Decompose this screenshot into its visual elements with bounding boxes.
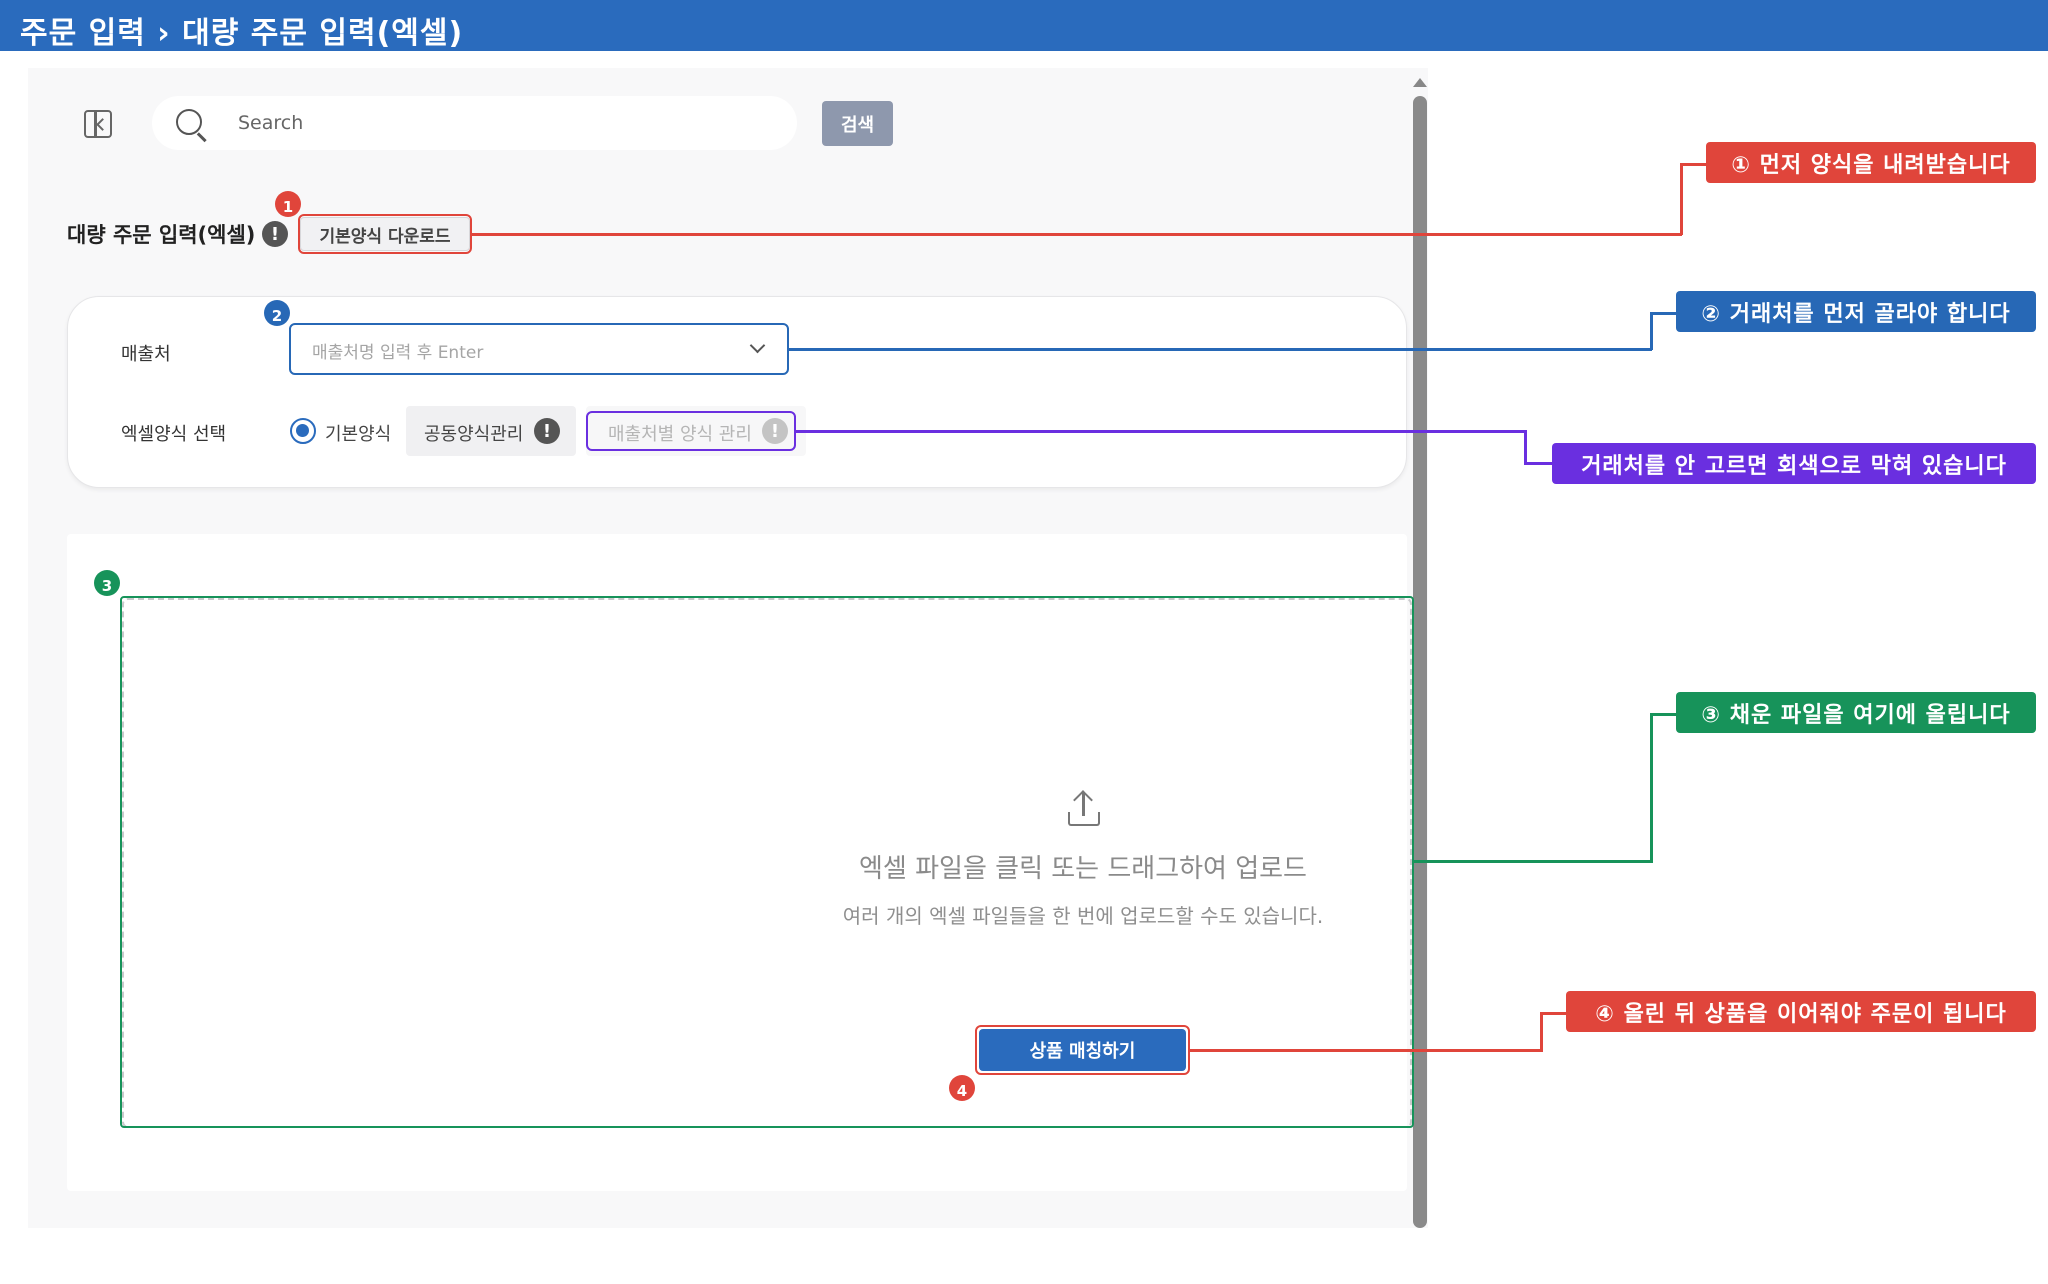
callout-gray: 거래처를 안 고르면 회색으로 막혀 있습니다 <box>1552 443 2036 484</box>
callout-4: ④ 올린 뒤 상품을 이어줘야 주문이 됩니다 <box>1566 991 2036 1032</box>
page-title: 대량 주문 입력(엑셀) <box>67 223 256 247</box>
leader-line-1 <box>1680 163 1706 166</box>
leader-line-4 <box>1190 1049 1542 1052</box>
search-icon <box>176 109 202 135</box>
highlight-vendor-select <box>289 323 789 375</box>
search-input[interactable]: Search <box>152 96 797 150</box>
info-icon: ! <box>534 418 560 444</box>
leader-line-3 <box>1650 713 1653 863</box>
callout-3: ③ 채운 파일을 여기에 올립니다 <box>1676 692 2036 733</box>
callout-2: ② 거래처를 먼저 골라야 합니다 <box>1676 291 2036 332</box>
radio-default-format[interactable] <box>290 418 316 444</box>
leader-line-gray <box>1524 430 1527 464</box>
badge-2: 2 <box>264 300 290 326</box>
vertical-scrollbar[interactable] <box>1413 96 1427 1228</box>
common-format-button[interactable]: 공동양식관리 ! <box>406 406 576 456</box>
info-icon[interactable]: ! <box>262 221 288 247</box>
leader-line-2 <box>789 348 1652 351</box>
scroll-up-arrow-icon[interactable] <box>1413 78 1427 87</box>
sidebar-toggle-icon[interactable] <box>84 110 112 138</box>
callout-1: ① 먼저 양식을 내려받습니다 <box>1706 142 2036 183</box>
highlight-match-button <box>975 1025 1190 1075</box>
leader-line-1 <box>1680 163 1683 235</box>
leader-line-4 <box>1540 1012 1543 1052</box>
format-label: 엑셀양식 선택 <box>121 424 227 445</box>
header-title: 주문 입력 › 대량 주문 입력(엑셀) <box>20 16 464 51</box>
leader-line-1 <box>472 233 1682 236</box>
badge-3: 3 <box>94 570 120 596</box>
highlight-download <box>298 214 472 254</box>
leader-line-2 <box>1650 312 1653 350</box>
header-bar: 주문 입력 › 대량 주문 입력(엑셀) <box>0 0 2048 51</box>
search-placeholder: Search <box>238 112 304 134</box>
leader-line-3 <box>1650 713 1676 716</box>
highlight-vendor-format <box>586 411 796 451</box>
radio-default-label: 기본양식 <box>325 424 392 445</box>
leader-line-gray <box>796 430 1526 433</box>
leader-line-3 <box>1414 860 1652 863</box>
leader-line-2 <box>1650 312 1676 315</box>
leader-line-4 <box>1540 1012 1566 1015</box>
badge-4: 4 <box>949 1075 975 1101</box>
leader-line-gray <box>1524 462 1552 465</box>
common-format-label: 공동양식관리 <box>424 424 524 445</box>
vendor-label: 매출처 <box>121 344 171 365</box>
search-button[interactable]: 검색 <box>822 101 893 146</box>
badge-1: 1 <box>275 191 301 217</box>
screen: 주문 입력 › 대량 주문 입력(엑셀) Search 검색 대량 주문 입력(… <box>0 0 2048 1284</box>
